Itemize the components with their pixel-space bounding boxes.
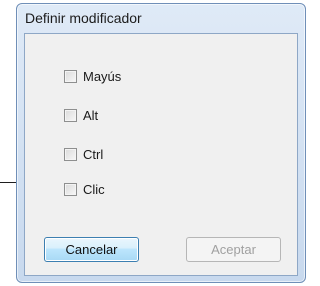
checkbox-clic[interactable]	[64, 182, 77, 196]
checkbox-label-alt: Alt	[83, 107, 99, 123]
define-modifier-dialog: Definir modificador Mayús Alt Ctrl Clic …	[16, 3, 306, 283]
cancel-button[interactable]: Cancelar	[44, 237, 139, 262]
checkbox-row-alt[interactable]: Alt	[64, 107, 98, 123]
checkbox-row-clic[interactable]: Clic	[64, 181, 105, 197]
checkbox-row-mayus[interactable]: Mayús	[64, 68, 121, 84]
checkbox-label-mayus: Mayús	[83, 68, 122, 84]
dialog-title: Definir modificador	[25, 10, 142, 26]
checkbox-ctrl[interactable]	[64, 147, 77, 161]
checkbox-mayus[interactable]	[64, 69, 77, 83]
checkbox-label-clic: Clic	[83, 181, 105, 197]
accept-button[interactable]: Aceptar	[186, 237, 281, 262]
checkbox-label-ctrl: Ctrl	[83, 146, 104, 162]
checkbox-alt[interactable]	[64, 108, 77, 122]
checkbox-row-ctrl[interactable]: Ctrl	[64, 146, 103, 162]
dialog-client-area: Mayús Alt Ctrl Clic Cancelar Aceptar	[24, 33, 298, 276]
